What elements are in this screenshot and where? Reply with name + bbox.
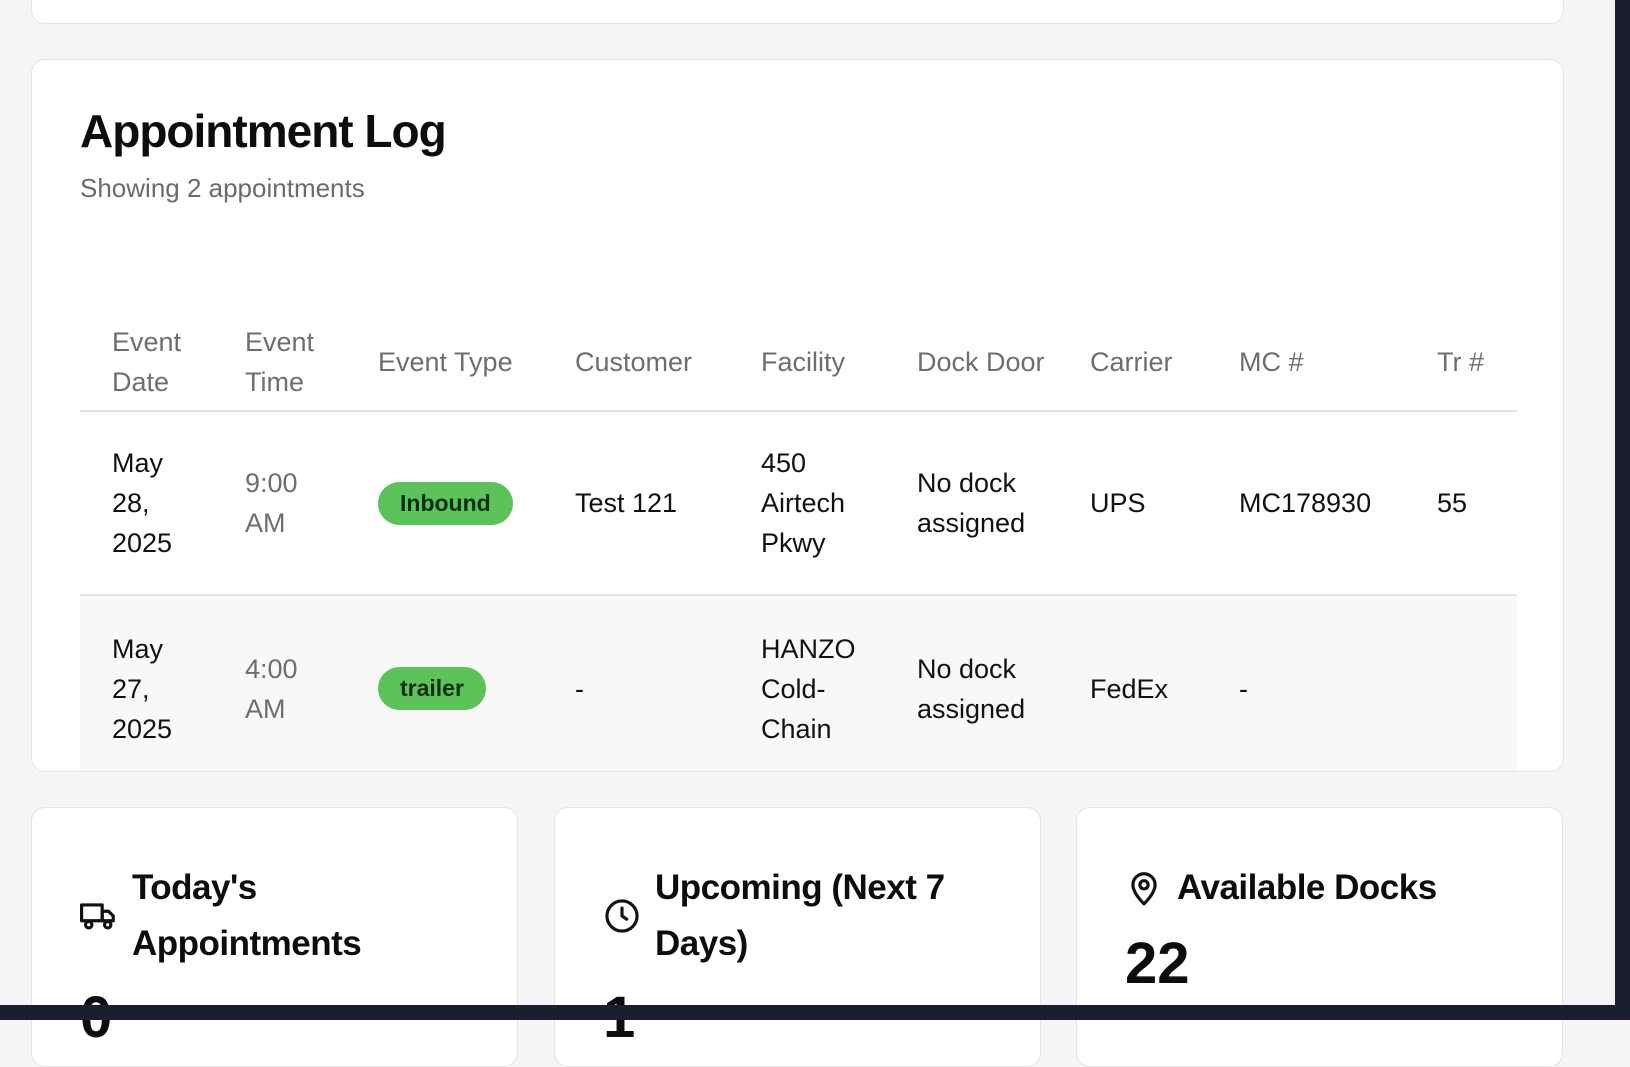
cell-customer: Test 121 xyxy=(543,411,729,596)
column-header-event-type[interactable]: Event Type xyxy=(346,316,543,412)
clock-icon xyxy=(605,899,639,933)
upcoming-appointments-card: Upcoming (Next 7 Days) 1 xyxy=(554,807,1041,1067)
table-header-row: Event Date Event Time Event Type Custome… xyxy=(80,316,1517,412)
cell-dock-door: No dock assigned xyxy=(885,411,1058,596)
cell-tr-number xyxy=(1405,595,1517,771)
top-card xyxy=(31,0,1564,24)
cell-facility: HANZO Cold-Chain xyxy=(729,595,885,771)
stat-header: Available Docks xyxy=(1125,860,1437,916)
appointment-log-title: Appointment Log xyxy=(80,105,447,157)
cell-customer: - xyxy=(543,595,729,771)
cell-mc-number: - xyxy=(1207,595,1405,771)
map-pin-icon xyxy=(1131,872,1157,906)
window-edge-bottom xyxy=(0,1005,1630,1020)
column-header-event-date[interactable]: Event Date xyxy=(80,316,213,412)
cell-tr-number: 55 xyxy=(1405,411,1517,596)
table-row[interactable]: May 27, 2025 4:00 AM trailer - HANZO Col… xyxy=(80,595,1517,771)
event-type-badge: trailer xyxy=(378,667,486,710)
cell-event-type: trailer xyxy=(346,595,543,771)
cell-mc-number: MC178930 xyxy=(1207,411,1405,596)
cell-facility: 450 Airtech Pkwy xyxy=(729,411,885,596)
table-row[interactable]: May 28, 2025 9:00 AM Inbound Test 121 45… xyxy=(80,411,1517,596)
truck-icon xyxy=(80,903,115,930)
stat-header: Today's Appointments xyxy=(80,860,462,972)
column-header-tr-number[interactable]: Tr # xyxy=(1405,316,1517,412)
stat-header: Upcoming (Next 7 Days) xyxy=(603,860,985,972)
cell-carrier: UPS xyxy=(1058,411,1207,596)
appointment-log-card: Appointment Log Showing 2 appointments E… xyxy=(31,59,1564,772)
appointment-table-container[interactable]: Event Date Event Time Event Type Custome… xyxy=(80,316,1517,771)
column-header-customer[interactable]: Customer xyxy=(543,316,729,412)
event-type-badge: Inbound xyxy=(378,481,513,525)
cell-event-type: Inbound xyxy=(346,411,543,596)
cell-event-time: 9:00 AM xyxy=(213,411,346,596)
window-edge-right xyxy=(1615,0,1630,1020)
column-header-dock-door[interactable]: Dock Door xyxy=(885,316,1058,412)
column-header-mc-number[interactable]: MC # xyxy=(1207,316,1405,412)
appointment-log-subtitle: Showing 2 appointments xyxy=(80,173,365,203)
todays-appointments-card: Today's Appointments 0 xyxy=(31,807,518,1067)
cell-event-time: 4:00 AM xyxy=(213,595,346,771)
column-header-carrier[interactable]: Carrier xyxy=(1058,316,1207,412)
cell-event-date: May 27, 2025 xyxy=(80,595,213,771)
stat-title: Upcoming (Next 7 Days) xyxy=(655,868,945,963)
cell-event-date: May 28, 2025 xyxy=(80,411,213,596)
available-docks-card: Available Docks 22 xyxy=(1076,807,1563,1067)
cell-dock-door: No dock assigned xyxy=(885,595,1058,771)
cell-carrier: FedEx xyxy=(1058,595,1207,771)
column-header-event-time[interactable]: Event Time xyxy=(213,316,346,412)
stat-title: Today's Appointments xyxy=(132,868,362,963)
stat-title: Available Docks xyxy=(1177,868,1437,907)
stat-value: 22 xyxy=(1125,931,1190,996)
column-header-facility[interactable]: Facility xyxy=(729,316,885,412)
appointment-table: Event Date Event Time Event Type Custome… xyxy=(80,316,1517,771)
